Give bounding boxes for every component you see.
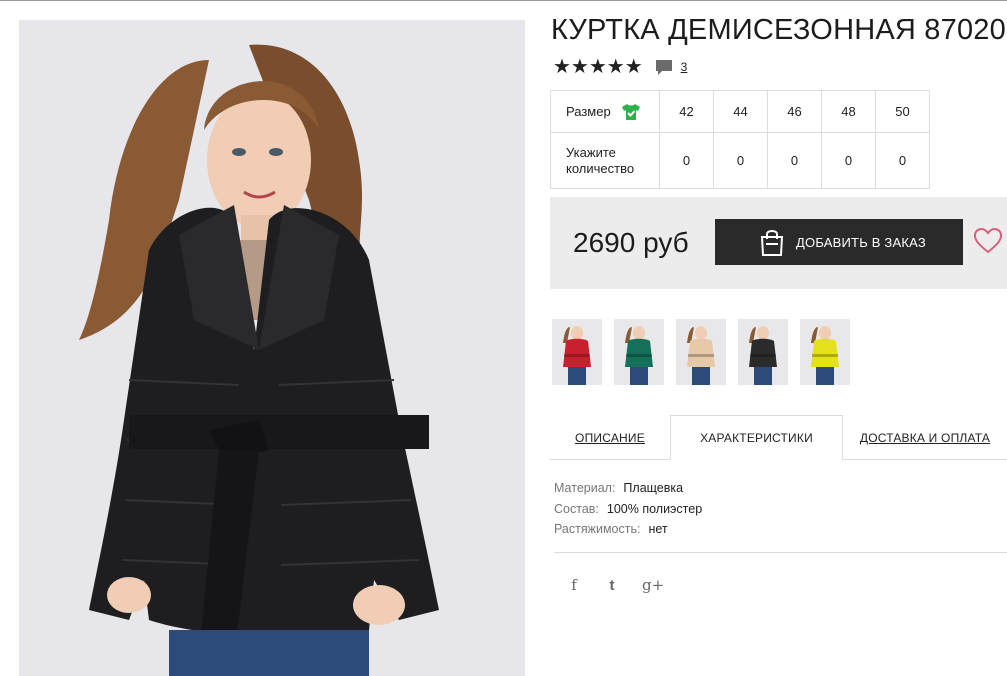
product-title: КУРТКА ДЕМИСЕЗОННАЯ 87020 <box>551 14 1006 46</box>
size-chart-shirt-icon[interactable] <box>621 103 641 121</box>
size-quantity-table: Размер 42 44 46 48 50 Укажите количество… <box>550 90 930 189</box>
jacket-photo-illustration <box>19 20 525 676</box>
spec-key: Материал: <box>554 481 616 495</box>
tabs-underline-left <box>550 459 670 460</box>
color-thumbnail-beige[interactable] <box>676 319 726 385</box>
size-option[interactable]: 44 <box>713 90 768 133</box>
thumbnail-illustration <box>800 319 850 385</box>
quantity-input[interactable]: 0 <box>713 132 768 189</box>
spec-row: Состав: 100% полиэстер <box>554 499 702 520</box>
spec-row: Растяжимость: нет <box>554 519 702 540</box>
quantity-input[interactable]: 0 <box>659 132 714 189</box>
size-option[interactable]: 46 <box>767 90 822 133</box>
spec-value: Плащевка <box>623 481 684 495</box>
size-option[interactable]: 48 <box>821 90 876 133</box>
comment-icon[interactable] <box>655 58 673 76</box>
top-divider <box>0 0 1007 1</box>
tab-characteristics[interactable]: ХАРАКТЕРИСТИКИ <box>670 415 843 460</box>
add-to-order-button[interactable]: ДОБАВИТЬ В ЗАКАЗ <box>715 219 963 265</box>
twitter-icon[interactable]: t <box>604 577 620 594</box>
size-label-cell: Размер <box>550 90 660 133</box>
rating-stars[interactable]: ★★★★★ <box>553 57 643 77</box>
spec-key: Состав: <box>554 501 599 516</box>
product-tabs: ОПИСАНИЕ ХАРАКТЕРИСТИКИ ДОСТАВКА И ОПЛАТ… <box>550 415 1007 460</box>
color-thumbnail-green[interactable] <box>614 319 664 385</box>
quantity-input[interactable]: 0 <box>875 132 930 189</box>
thumbnail-illustration <box>676 319 726 385</box>
quantity-input[interactable]: 0 <box>767 132 822 189</box>
review-count-link[interactable]: 3 <box>681 60 688 74</box>
quantity-row: Укажите количество 0 0 0 0 0 <box>550 132 930 189</box>
shopping-bag-icon <box>760 230 784 256</box>
tab-description[interactable]: ОПИСАНИЕ <box>550 415 670 460</box>
spec-value: нет <box>648 522 668 536</box>
characteristics-list: Материал: Плащевка Состав: 100% полиэсте… <box>554 478 702 540</box>
size-label: Размер <box>566 103 611 119</box>
add-to-order-label: ДОБАВИТЬ В ЗАКАЗ <box>796 234 926 250</box>
spec-value: 100% полиэстер <box>606 501 703 516</box>
size-row: Размер 42 44 46 48 50 <box>550 90 930 133</box>
color-thumbnail-yellow[interactable] <box>800 319 850 385</box>
section-divider <box>554 552 1007 553</box>
quantity-label: Укажите количество <box>550 132 660 189</box>
color-thumbnail-black[interactable] <box>738 319 788 385</box>
tabs-underline-right <box>843 459 1007 460</box>
spec-key: Растяжимость: <box>554 522 641 536</box>
facebook-icon[interactable]: f <box>566 576 582 594</box>
color-thumbnails <box>552 319 850 385</box>
thumbnail-illustration <box>552 319 602 385</box>
size-option[interactable]: 42 <box>659 90 714 133</box>
price: 2690 руб <box>573 227 689 258</box>
google-plus-icon[interactable]: g+ <box>642 576 664 594</box>
quantity-input[interactable]: 0 <box>821 132 876 189</box>
product-main-photo[interactable] <box>19 20 525 676</box>
rating-row: ★★★★★ 3 <box>553 57 687 77</box>
social-share: f t g+ <box>566 576 664 594</box>
tab-delivery-payment[interactable]: ДОСТАВКА И ОПЛАТА <box>843 415 1007 460</box>
wishlist-heart-icon[interactable] <box>974 228 1002 254</box>
thumbnail-illustration <box>614 319 664 385</box>
size-option[interactable]: 50 <box>875 90 930 133</box>
thumbnail-illustration <box>738 319 788 385</box>
spec-row: Материал: Плащевка <box>554 478 702 499</box>
price-box: 2690 руб ДОБАВИТЬ В ЗАКАЗ <box>550 197 1007 289</box>
color-thumbnail-red[interactable] <box>552 319 602 385</box>
